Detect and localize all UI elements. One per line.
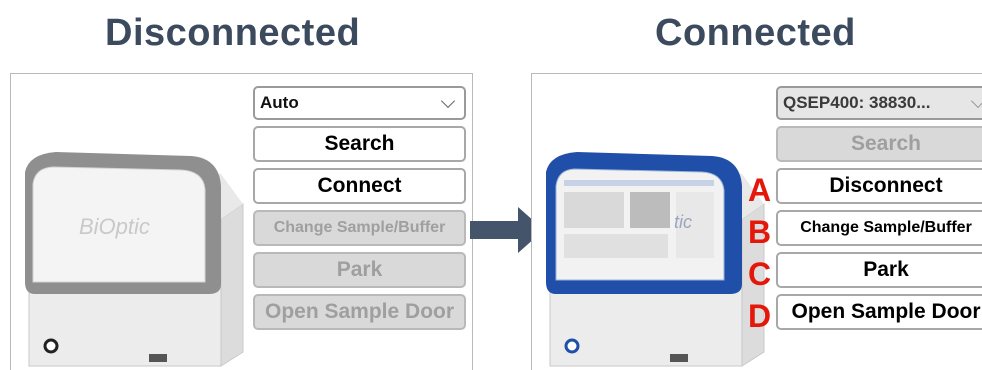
port-select[interactable]: QSEP400: 38830...: [776, 86, 982, 120]
marker-c: C: [748, 256, 772, 292]
port-select-value: QSEP400: 38830...: [783, 93, 931, 112]
marker-b: B: [748, 214, 772, 250]
heading-connected: Connected: [655, 12, 856, 54]
marker-d: D: [748, 298, 772, 334]
connect-button[interactable]: Connect: [253, 168, 466, 204]
chevron-down-icon[interactable]: [440, 93, 456, 109]
instrument-image-disconnected: BiOptic: [25, 152, 244, 367]
brand-watermark: BiOptic: [79, 214, 150, 239]
instrument-image-connected: tic: [546, 152, 765, 367]
heading-disconnected: Disconnected: [105, 12, 361, 54]
disconnected-panel: BiOptic Auto Search Connect Change Sampl…: [10, 73, 473, 370]
connected-panel: tic A B C D QSEP400: 38830... Search Dis…: [531, 73, 982, 370]
marker-a: A: [748, 172, 772, 208]
disconnect-button[interactable]: Disconnect: [776, 168, 982, 204]
change-sample-buffer-button[interactable]: Change Sample/Buffer: [776, 210, 982, 246]
park-button[interactable]: Park: [776, 252, 982, 288]
chevron-down-icon[interactable]: [970, 93, 982, 109]
port-select[interactable]: Auto: [253, 86, 466, 120]
port-select-value: Auto: [260, 93, 299, 112]
brand-watermark: tic: [674, 212, 692, 232]
search-button[interactable]: Search: [776, 126, 982, 162]
search-button[interactable]: Search: [253, 126, 466, 162]
open-sample-door-button[interactable]: Open Sample Door: [776, 294, 982, 330]
control-column-connected: QSEP400: 38830... Search Disconnect Chan…: [776, 86, 982, 336]
open-sample-door-button[interactable]: Open Sample Door: [253, 294, 466, 330]
control-column-disconnected: Auto Search Connect Change Sample/Buffer…: [253, 86, 466, 336]
change-sample-buffer-button[interactable]: Change Sample/Buffer: [253, 210, 466, 246]
park-button[interactable]: Park: [253, 252, 466, 288]
